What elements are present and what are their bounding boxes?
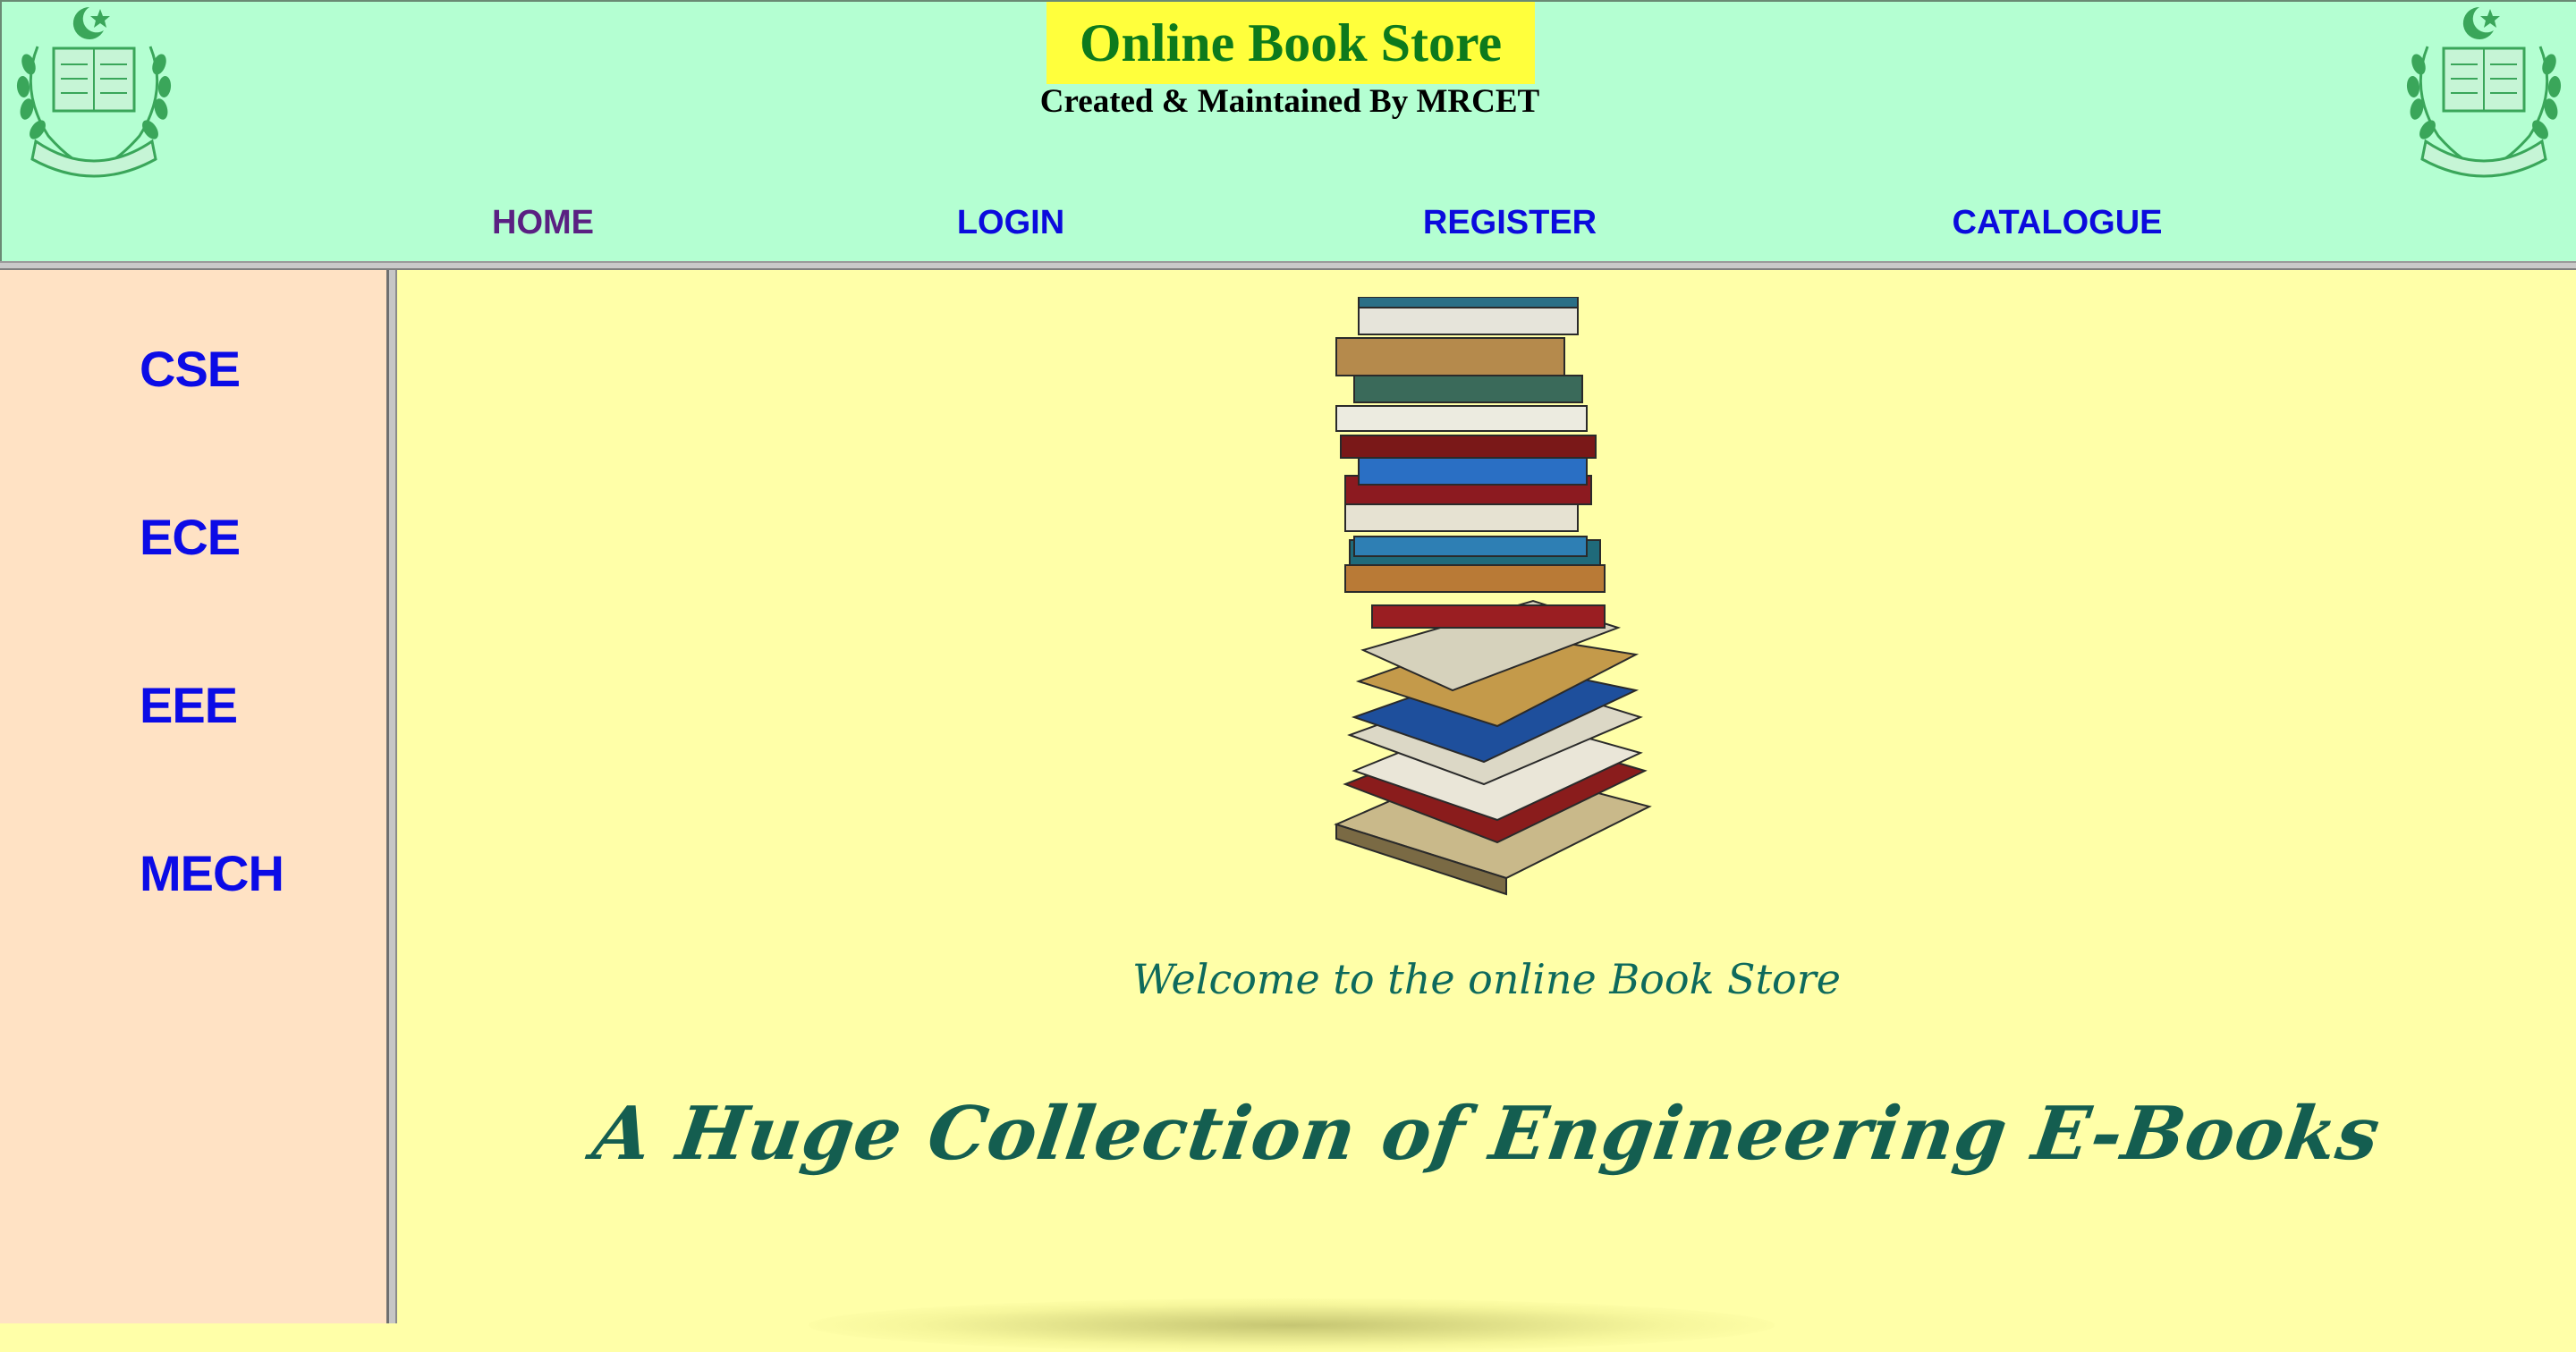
sidebar-item-mech[interactable]: MECH	[140, 844, 284, 902]
site-title: Online Book Store	[1079, 13, 1503, 72]
header-divider	[0, 261, 2576, 270]
site-subtitle: Created & Maintained By MRCET	[1039, 83, 1540, 120]
page-header: Online Book Store Created & Maintained B…	[0, 0, 2576, 263]
site-title-highlight: Online Book Store	[1046, 2, 1535, 84]
book-stack-image	[1334, 297, 1652, 896]
decorative-shadow	[809, 1298, 1775, 1352]
nav-catalogue-link[interactable]: CATALOGUE	[1952, 204, 2162, 242]
main-content: Welcome to the online Book Store A Huge …	[397, 270, 2576, 1352]
department-sidebar	[0, 270, 386, 1323]
nav-home-link[interactable]: HOME	[492, 204, 594, 242]
welcome-text: Welcome to the online Book Store	[1132, 955, 1841, 1003]
nav-login-link[interactable]: LOGIN	[957, 204, 1064, 242]
sidebar-item-eee[interactable]: EEE	[140, 676, 238, 734]
sidebar-item-ece[interactable]: ECE	[140, 508, 241, 566]
sidebar-item-cse[interactable]: CSE	[140, 340, 241, 398]
nav-register-link[interactable]: REGISTER	[1423, 204, 1597, 242]
tagline-heading: A Huge Collection of Engineering E-Books	[588, 1091, 2385, 1177]
